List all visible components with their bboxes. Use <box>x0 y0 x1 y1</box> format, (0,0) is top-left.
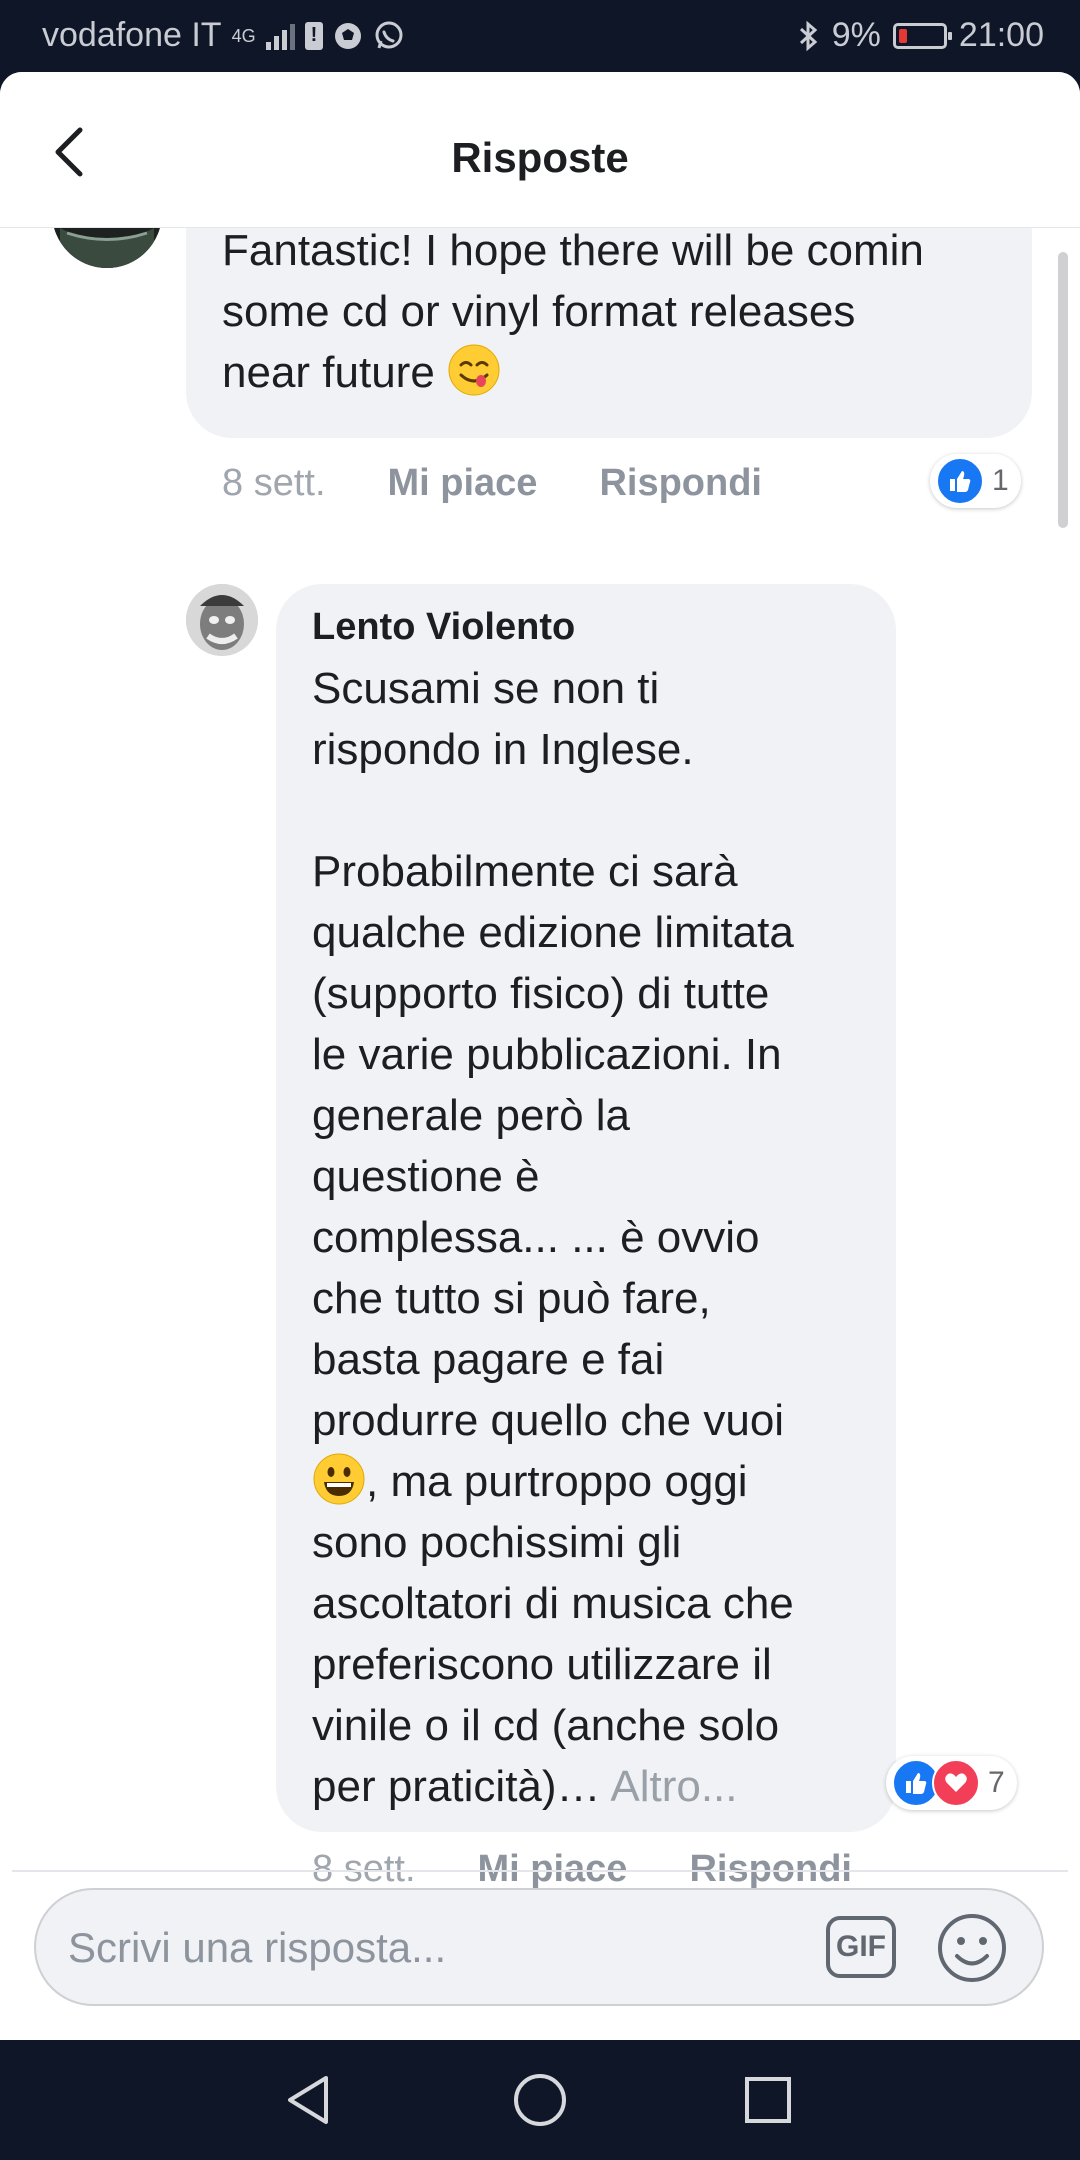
smiley-icon[interactable] <box>936 1912 1008 1984</box>
heart-icon <box>932 1759 980 1807</box>
comment-text-body: Fantastic! I hope there will be comin so… <box>222 228 924 397</box>
grinning-face-emoji <box>313 1453 365 1505</box>
status-left: vodafone IT 4G <box>42 16 405 55</box>
reaction-summary[interactable]: 1 <box>930 454 1021 508</box>
home-circle-icon[interactable] <box>510 2070 570 2130</box>
reply-input[interactable]: Scrivi una risposta... <box>68 1924 446 1972</box>
network-type: 4G <box>231 25 256 46</box>
sim-alert-icon <box>304 21 323 50</box>
comment-text-tail: , ma purtroppo oggi sono pochissimi gli … <box>312 1457 794 1811</box>
replies-sheet: Risposte Fantastic! I hope there will be… <box>0 72 1080 2040</box>
comment-text: Scusami se non ti rispondo in Inglese. Pr… <box>312 658 882 1817</box>
comment-text-intro: Scusami se non ti rispondo in Inglese. <box>312 664 694 774</box>
soccer-ball-icon <box>334 22 361 49</box>
bluetooth-icon <box>799 20 818 51</box>
avatar[interactable] <box>52 228 162 268</box>
avatar[interactable] <box>186 584 258 656</box>
gif-button[interactable]: GIF <box>826 1916 896 1978</box>
savoring-face-emoji <box>448 344 500 396</box>
see-more-link[interactable]: Altro... <box>610 1762 737 1811</box>
whatsapp-icon <box>375 21 403 48</box>
replies-list[interactable]: Fantastic! I hope there will be comin so… <box>0 228 1080 1944</box>
comment-text: Fantastic! I hope there will be comin so… <box>222 228 1022 403</box>
status-bar: vodafone IT 4G 9% 21:00 <box>0 0 1080 72</box>
header: Risposte <box>0 72 1080 228</box>
battery-percent: 9% <box>831 16 881 54</box>
comment-bubble[interactable]: Fantastic! I hope there will be comin so… <box>186 228 1032 438</box>
scrollbar[interactable] <box>1058 252 1068 528</box>
like-button[interactable]: Mi piace <box>388 462 538 505</box>
comment-text-body: Probabilmente ci sarà qualche edizione l… <box>312 847 794 1445</box>
header-divider <box>0 227 1080 228</box>
status-right: 9% 21:00 <box>798 16 1044 55</box>
reaction-summary[interactable]: 7 <box>886 1756 1017 1810</box>
reply-button[interactable]: Rispondi <box>599 462 762 505</box>
comment-time: 8 sett. <box>222 462 326 504</box>
signal-icon <box>265 22 295 50</box>
comment-author[interactable]: Lento Violento <box>312 604 575 650</box>
battery-icon <box>892 22 952 49</box>
reaction-count: 7 <box>988 1766 1005 1799</box>
composer-divider <box>12 1870 1068 1872</box>
back-triangle-icon[interactable] <box>280 2070 340 2130</box>
recents-square-icon[interactable] <box>738 2070 798 2130</box>
comment-bubble[interactable]: Lento Violento Scusami se non ti rispond… <box>276 584 896 1832</box>
reply-composer[interactable]: Scrivi una risposta... GIF <box>34 1888 1044 2006</box>
reaction-count: 1 <box>992 464 1009 497</box>
navigation-bar <box>0 2040 1080 2160</box>
thumbs-up-icon <box>936 457 984 505</box>
carrier-name: vodafone IT <box>42 16 222 54</box>
page-title: Risposte <box>451 134 629 181</box>
comment-actions: 8 sett. Mi piace Rispondi <box>222 462 824 505</box>
clock: 21:00 <box>958 16 1044 54</box>
